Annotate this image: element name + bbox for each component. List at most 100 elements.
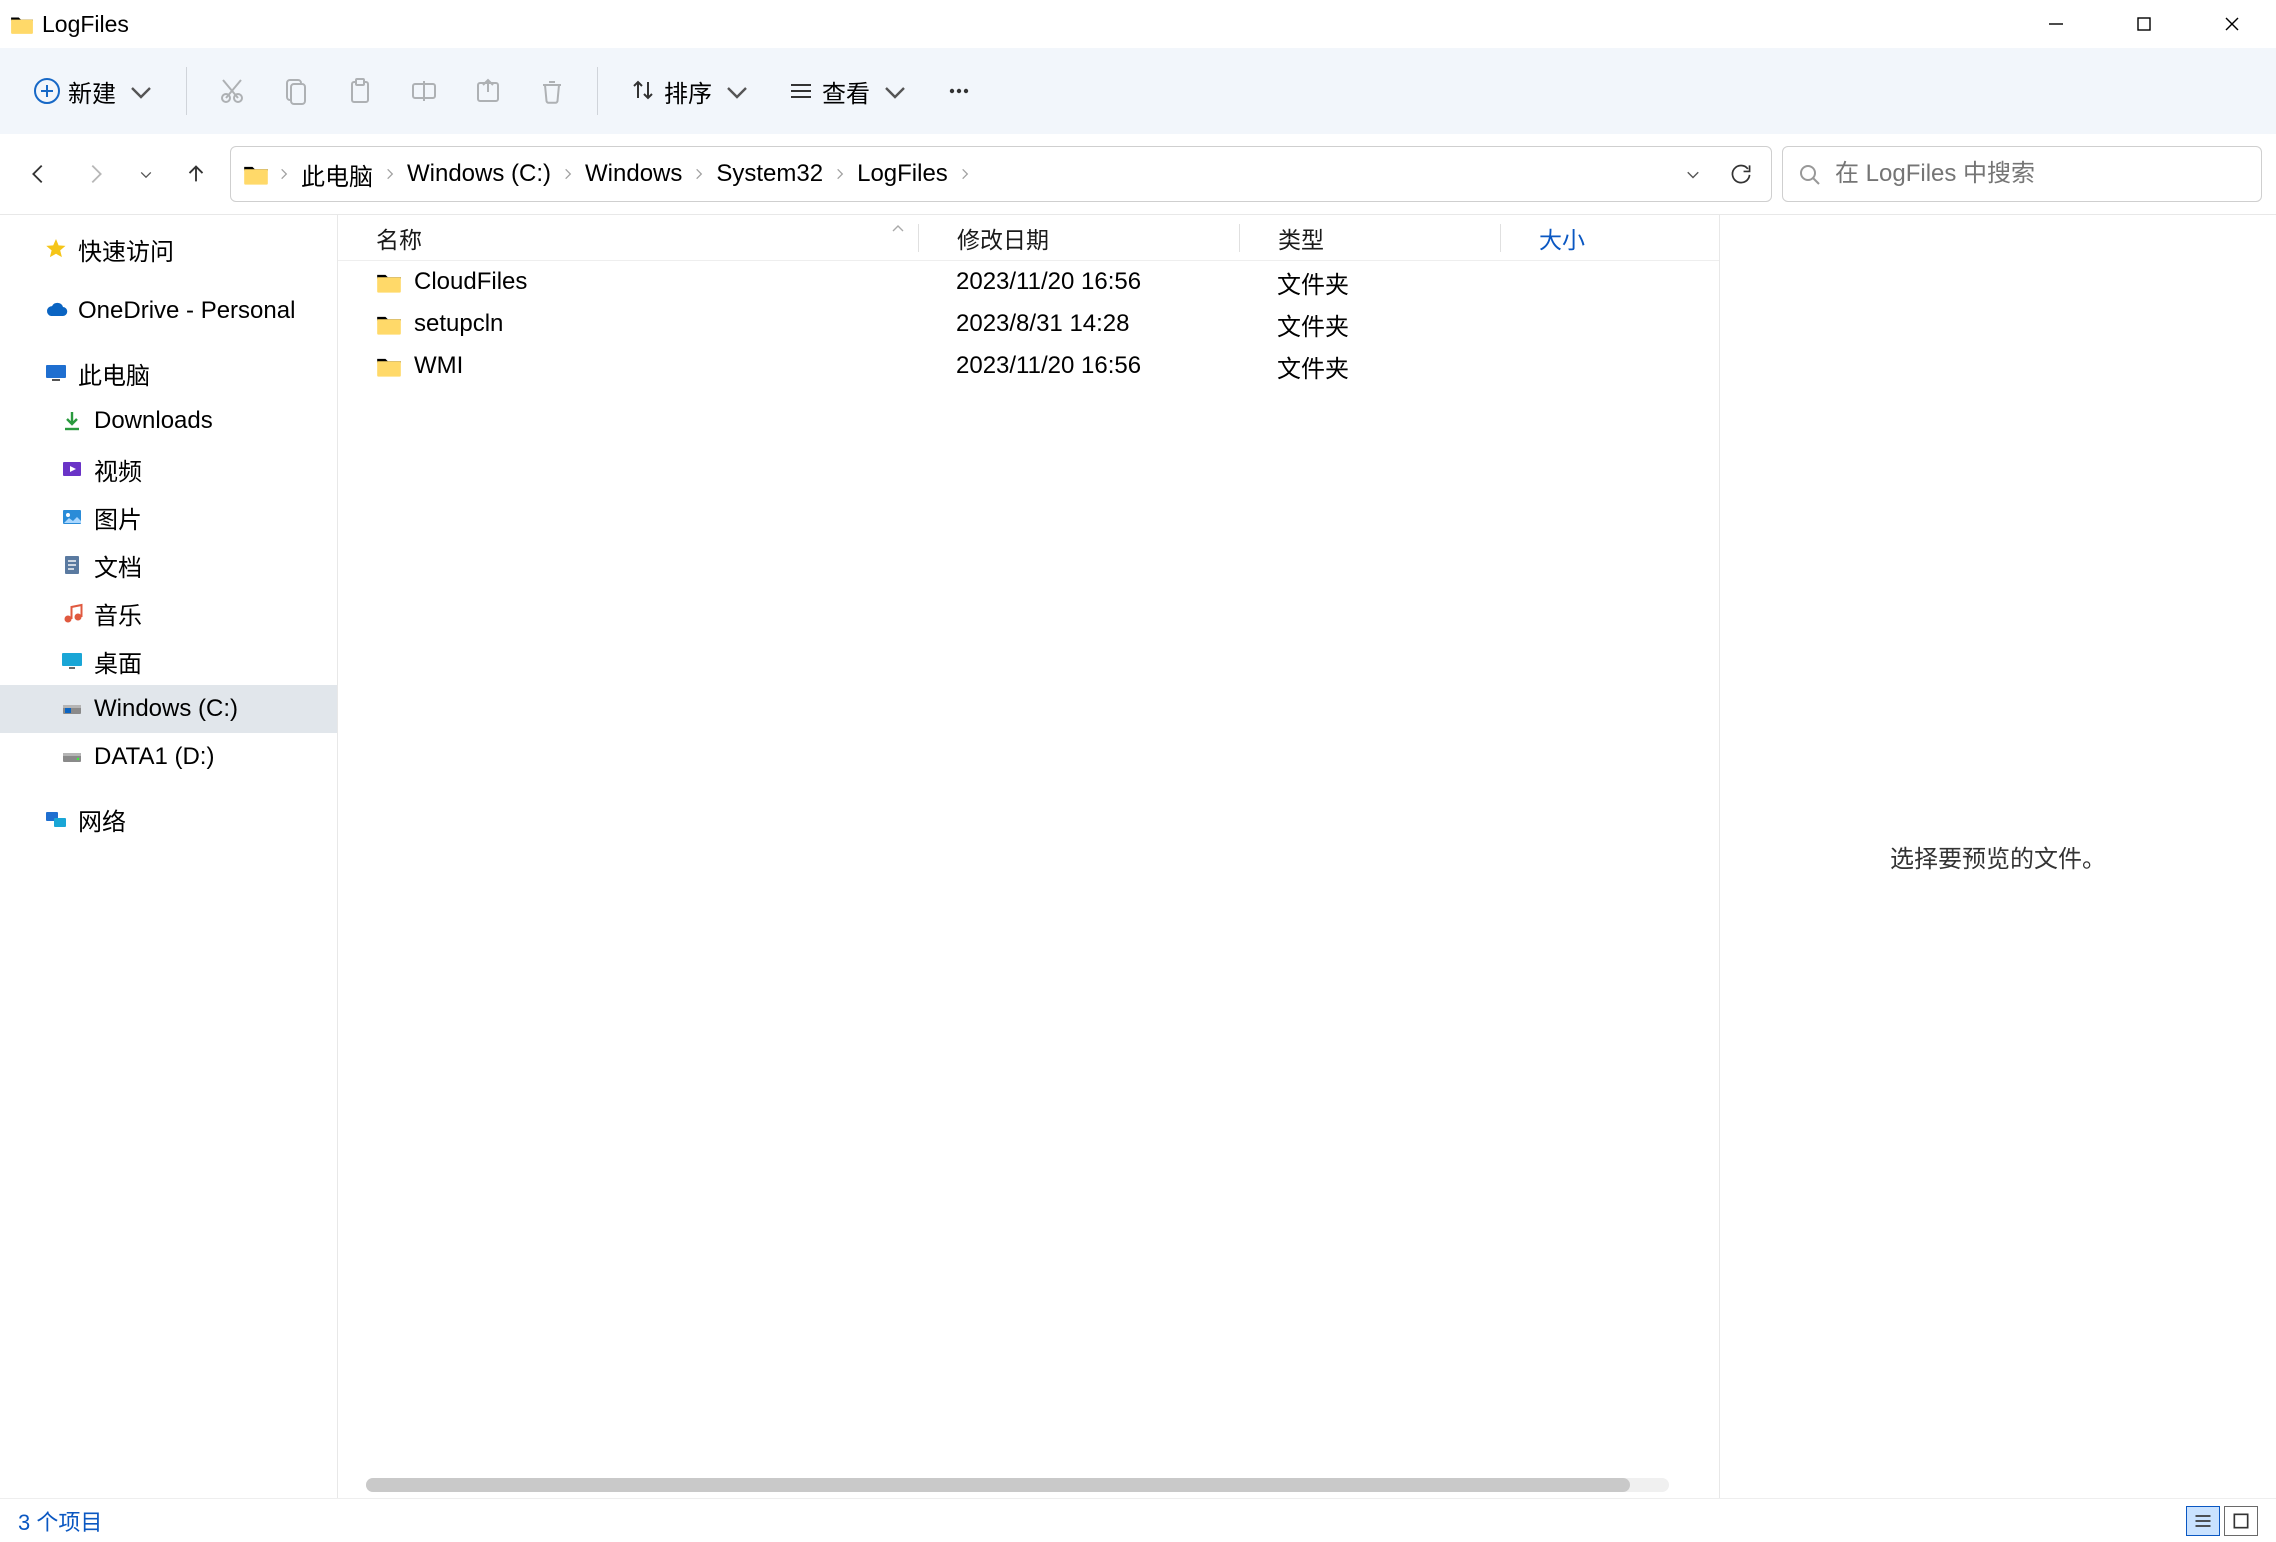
file-name: CloudFiles xyxy=(414,268,527,296)
paste-icon xyxy=(345,76,375,106)
file-type: 文件夹 xyxy=(1239,265,1500,300)
file-date: 2023/11/20 16:56 xyxy=(918,268,1239,296)
sidebar-quick-access[interactable]: 快速访问 xyxy=(0,225,337,273)
star-icon xyxy=(44,237,68,261)
status-bar: 3 个项目 xyxy=(0,1498,2276,1542)
chevron-right-icon xyxy=(833,167,847,181)
sidebar-network[interactable]: 网络 xyxy=(0,795,337,843)
sidebar-videos[interactable]: 视频 xyxy=(0,445,337,493)
copy-icon xyxy=(281,76,311,106)
share-icon xyxy=(473,76,503,106)
sidebar-label: 图片 xyxy=(94,500,142,535)
sidebar-label: DATA1 (D:) xyxy=(94,743,214,771)
address-history-button[interactable] xyxy=(1671,152,1715,196)
chevron-right-icon xyxy=(958,167,972,181)
folder-icon xyxy=(376,271,402,293)
breadcrumb-item[interactable]: Windows (C:) xyxy=(401,156,557,192)
share-button[interactable] xyxy=(459,62,517,120)
up-button[interactable] xyxy=(172,150,220,198)
monitor-icon xyxy=(44,361,68,385)
cut-button[interactable] xyxy=(203,62,261,120)
delete-button[interactable] xyxy=(523,62,581,120)
more-button[interactable] xyxy=(930,62,988,120)
search-icon xyxy=(1797,162,1821,186)
view-large-icons-button[interactable] xyxy=(2224,1506,2258,1536)
maximize-button[interactable] xyxy=(2100,0,2188,48)
copy-button[interactable] xyxy=(267,62,325,120)
column-header-size[interactable]: 大小 xyxy=(1501,221,1661,255)
paste-button[interactable] xyxy=(331,62,389,120)
sort-label: 排序 xyxy=(664,74,712,109)
back-button[interactable] xyxy=(14,150,62,198)
search-input[interactable] xyxy=(1835,160,2247,188)
sidebar-label: Downloads xyxy=(94,407,213,435)
details-view-icon xyxy=(2193,1511,2213,1531)
cut-icon xyxy=(217,76,247,106)
sidebar-downloads[interactable]: Downloads xyxy=(0,397,337,445)
sidebar-drive-d[interactable]: DATA1 (D:) xyxy=(0,733,337,781)
new-button[interactable]: 新建 xyxy=(18,62,170,120)
arrow-up-icon xyxy=(183,161,209,187)
file-row[interactable]: setupcln2023/8/31 14:28文件夹 xyxy=(338,303,1719,345)
breadcrumb-item[interactable]: System32 xyxy=(710,156,829,192)
sort-button[interactable]: 排序 xyxy=(614,62,766,120)
file-date: 2023/8/31 14:28 xyxy=(918,310,1239,338)
sidebar: 快速访问 OneDrive - Personal 此电脑 Downloads 视… xyxy=(0,215,338,1498)
horizontal-scrollbar[interactable] xyxy=(366,1478,1669,1492)
sidebar-music[interactable]: 音乐 xyxy=(0,589,337,637)
new-label: 新建 xyxy=(68,74,116,109)
breadcrumb-item[interactable]: LogFiles xyxy=(851,156,954,192)
column-header-date[interactable]: 修改日期 xyxy=(919,221,1239,255)
refresh-button[interactable] xyxy=(1719,152,1763,196)
chevron-down-icon xyxy=(722,76,752,106)
breadcrumb-item[interactable]: 此电脑 xyxy=(295,153,379,196)
arrow-right-icon xyxy=(83,161,109,187)
file-type: 文件夹 xyxy=(1239,349,1500,384)
drive-icon xyxy=(60,697,84,721)
rename-icon xyxy=(409,76,439,106)
view-button[interactable]: 查看 xyxy=(772,62,924,120)
desktop-icon xyxy=(60,649,84,673)
file-list-pane: 名称 修改日期 类型 大小 CloudFiles 2023/11/20 16:56… xyxy=(338,215,1720,1498)
recent-locations-button[interactable] xyxy=(130,150,162,198)
sort-icon xyxy=(628,76,658,106)
chevron-down-icon xyxy=(1684,167,1702,181)
chevron-right-icon xyxy=(277,167,291,181)
file-date: 2023/11/20 16:56 xyxy=(918,352,1239,380)
music-icon xyxy=(60,601,84,625)
sidebar-documents[interactable]: 文档 xyxy=(0,541,337,589)
more-icon xyxy=(944,76,974,106)
sidebar-pictures[interactable]: 图片 xyxy=(0,493,337,541)
sidebar-label: 网络 xyxy=(78,802,126,837)
close-button[interactable] xyxy=(2188,0,2276,48)
sidebar-onedrive[interactable]: OneDrive - Personal xyxy=(0,287,337,335)
address-bar[interactable]: 此电脑 Windows (C:) Windows System32 LogFil… xyxy=(230,146,1772,202)
file-row[interactable]: WMI2023/11/20 16:56文件夹 xyxy=(338,345,1719,387)
breadcrumb-item[interactable]: Windows xyxy=(579,156,688,192)
preview-empty-text: 选择要预览的文件。 xyxy=(1890,839,2106,874)
folder-icon xyxy=(243,163,269,185)
file-row[interactable]: CloudFiles 2023/11/20 16:56文件夹 xyxy=(338,261,1719,303)
sidebar-label: 音乐 xyxy=(94,596,142,631)
toolbar: 新建 排序 查看 xyxy=(0,48,2276,134)
file-name: setupcln xyxy=(414,310,503,338)
toolbar-divider xyxy=(186,67,187,115)
forward-button[interactable] xyxy=(72,150,120,198)
search-box[interactable] xyxy=(1782,146,2262,202)
preview-pane: 选择要预览的文件。 xyxy=(1720,215,2276,1498)
minimize-button[interactable] xyxy=(2012,0,2100,48)
sidebar-drive-c[interactable]: Windows (C:) xyxy=(0,685,337,733)
chevron-down-icon xyxy=(126,76,156,106)
scrollbar-thumb[interactable] xyxy=(366,1478,1630,1492)
view-details-button[interactable] xyxy=(2186,1506,2220,1536)
nav-row: 此电脑 Windows (C:) Windows System32 LogFil… xyxy=(0,134,2276,214)
column-header-name[interactable]: 名称 xyxy=(338,221,918,255)
chevron-down-icon xyxy=(138,166,154,182)
arrow-left-icon xyxy=(25,161,51,187)
column-header-type[interactable]: 类型 xyxy=(1240,221,1500,255)
toolbar-divider xyxy=(597,67,598,115)
sidebar-this-pc[interactable]: 此电脑 xyxy=(0,349,337,397)
rename-button[interactable] xyxy=(395,62,453,120)
sidebar-desktop[interactable]: 桌面 xyxy=(0,637,337,685)
folder-icon xyxy=(376,355,402,377)
